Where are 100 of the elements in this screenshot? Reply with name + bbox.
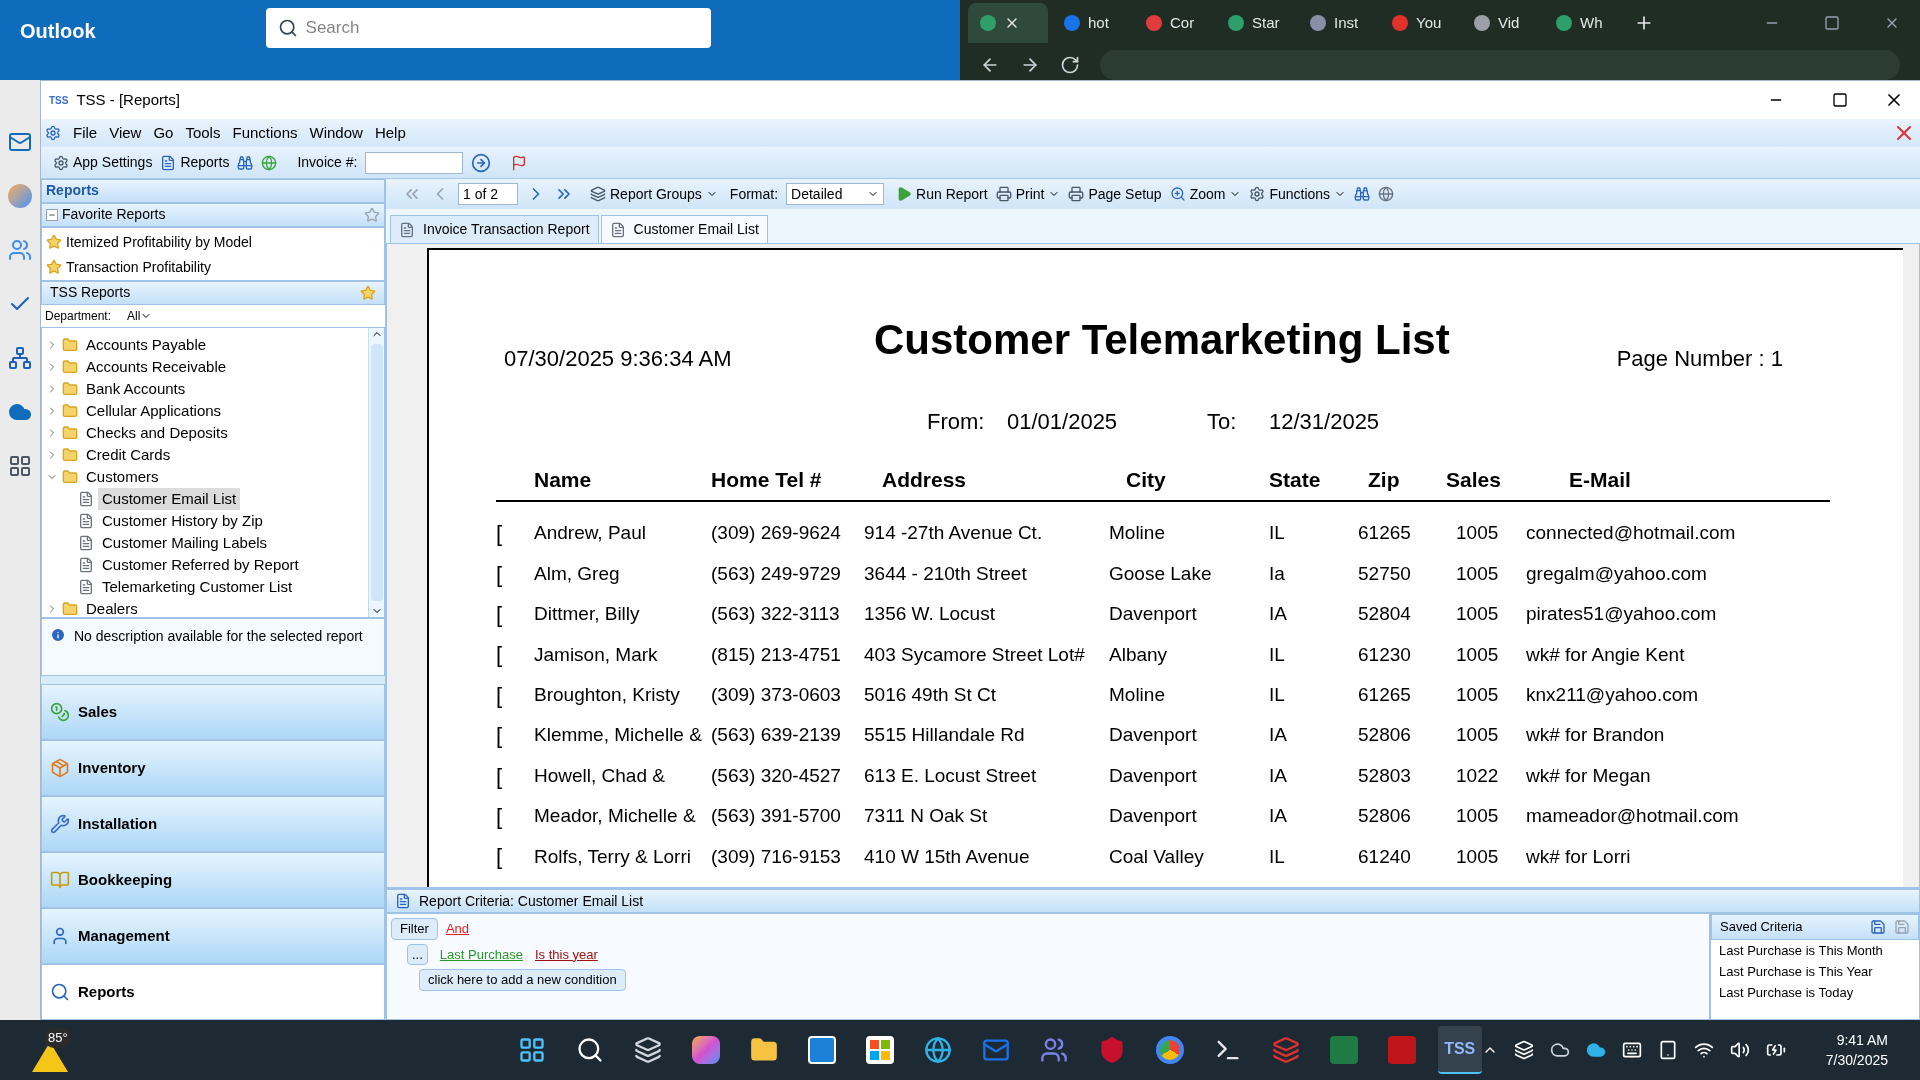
table-cell-text: 403 Sycamore Street Lot#: [864, 642, 1086, 667]
keyboard-icon[interactable]: [1621, 1040, 1642, 1060]
document-icon: [399, 221, 415, 238]
tree-item[interactable]: Accounts Receivable: [82, 355, 231, 379]
binoculars-icon[interactable]: [237, 154, 254, 171]
menu-item[interactable]: Help: [374, 121, 406, 145]
tree-item[interactable]: Customer Email List: [98, 487, 241, 511]
tree-item[interactable]: Checks and Deposits: [82, 421, 232, 445]
globe-icon[interactable]: [1378, 186, 1395, 202]
menu-item[interactable]: Functions: [232, 121, 298, 145]
volume-icon[interactable]: [1729, 1040, 1750, 1060]
condition-menu-button[interactable]: ...: [407, 943, 428, 965]
clock[interactable]: 9:41 AM 7/30/2025: [1825, 1030, 1888, 1070]
operator-link[interactable]: And: [445, 919, 470, 939]
org-icon[interactable]: [8, 346, 32, 370]
table-cell-text: (309) 373-0603: [711, 683, 842, 707]
favorite-item[interactable]: Transaction Profitability: [66, 256, 211, 278]
report-tab[interactable]: Invoice Transaction Report: [390, 215, 599, 243]
section-header[interactable]: Favorite Reports: [41, 202, 385, 227]
onedrive-icon[interactable]: [1585, 1040, 1606, 1060]
star-icon: [46, 259, 62, 276]
copilot-icon[interactable]: [8, 184, 32, 208]
page-setup-button[interactable]: Page Setup: [1068, 183, 1162, 205]
browser-tab[interactable]: Cor: [1134, 3, 1212, 43]
coins-icon: [50, 702, 70, 722]
taskbar-app[interactable]: TSS: [1437, 1026, 1482, 1074]
app-settings-button[interactable]: App Settings: [53, 152, 153, 173]
table-cell-text: (563) 391-5700: [711, 804, 842, 829]
wifi-icon[interactable]: [1693, 1040, 1714, 1060]
zoom-button[interactable]: Zoom: [1169, 183, 1242, 205]
people-icon[interactable]: [8, 238, 32, 262]
binoculars-icon[interactable]: [1354, 186, 1371, 202]
report-tab[interactable]: Customer Email List: [600, 215, 768, 243]
save-icon[interactable]: [1870, 919, 1886, 935]
go-icon[interactable]: [471, 152, 492, 173]
mail-icon[interactable]: [8, 130, 32, 154]
browser-tab[interactable]: You: [1380, 3, 1458, 43]
nav-button[interactable]: Inventory: [41, 740, 385, 796]
dropbox-icon[interactable]: [1513, 1040, 1534, 1060]
menu-item[interactable]: View: [109, 121, 142, 145]
collapse-icon[interactable]: [46, 208, 58, 221]
saved-criteria-item[interactable]: Last Purchase is Today: [1711, 982, 1919, 1003]
menu-item[interactable]: File: [73, 121, 98, 145]
nav-button[interactable]: Management: [41, 908, 385, 964]
nav-button[interactable]: Installation: [41, 796, 385, 852]
store-icon: [865, 1036, 894, 1064]
report-icon: [78, 556, 94, 573]
page-field[interactable]: 1 of 2: [458, 183, 518, 205]
filter-button[interactable]: Filter: [391, 918, 438, 940]
nav-button[interactable]: Bookkeeping: [41, 852, 385, 908]
department-dropdown[interactable]: All: [127, 306, 153, 325]
scrollbar[interactable]: [368, 327, 384, 618]
browser-tab[interactable]: Inst: [1298, 3, 1376, 43]
tree-item[interactable]: Customers: [82, 465, 163, 489]
run-report-button[interactable]: Run Report: [896, 183, 988, 205]
browser-tab[interactable]: Vid: [1462, 3, 1540, 43]
format-dropdown[interactable]: Detailed: [786, 183, 885, 205]
tree-item[interactable]: Cellular Applications: [82, 399, 226, 423]
search-field[interactable]: Search: [265, 8, 711, 48]
tree-item[interactable]: Dealers: [82, 597, 142, 618]
browser-tab[interactable]: hot: [1052, 3, 1130, 43]
functions-button[interactable]: Functions: [1249, 183, 1347, 205]
table-cell-text: Howell, Chad &: [534, 763, 666, 788]
nav-button[interactable]: Sales: [41, 684, 385, 740]
reload-icon[interactable]: [1060, 55, 1080, 75]
cloud-icon[interactable]: [1549, 1040, 1570, 1060]
globe-icon[interactable]: [261, 154, 278, 171]
menu-icon: [45, 125, 61, 141]
tree-item[interactable]: Customer Mailing Labels: [98, 531, 272, 555]
tree-item[interactable]: Credit Cards: [82, 443, 175, 467]
tree-item[interactable]: Bank Accounts: [82, 377, 190, 401]
browser-tab[interactable]: Star: [1216, 3, 1294, 43]
report-groups-button[interactable]: Report Groups: [590, 183, 718, 205]
field-link[interactable]: Last Purchase: [439, 944, 523, 964]
description-text: No description available for the selected report: [74, 627, 363, 647]
maximize-icon[interactable]: [1832, 92, 1848, 108]
nav-button[interactable]: Reports: [41, 964, 385, 1020]
saved-criteria-item[interactable]: Last Purchase is This Month: [1711, 940, 1919, 961]
menu-item[interactable]: Tools: [185, 121, 221, 145]
weather-widget[interactable]: 85°: [32, 1028, 72, 1072]
tree-item[interactable]: Telemarketing Customer List: [98, 575, 297, 599]
menu-item[interactable]: Window: [309, 121, 363, 145]
menu-item[interactable]: Go: [153, 121, 174, 145]
favorite-item[interactable]: Itemized Profitability by Model: [66, 231, 252, 253]
table-cell-text: Coal Valley: [1109, 844, 1205, 869]
reports-button[interactable]: Reports: [160, 152, 230, 173]
tree-item[interactable]: Accounts Payable: [82, 333, 211, 357]
flag-icon[interactable]: [511, 154, 528, 171]
condition-link[interactable]: Is this year: [534, 944, 598, 964]
invoice-field[interactable]: [365, 151, 464, 174]
column-header: State: [1269, 467, 1322, 493]
gear-icon: [53, 154, 69, 171]
tree-item[interactable]: Customer Referred by Report: [98, 553, 303, 577]
saved-criteria-item[interactable]: Last Purchase is This Year: [1711, 961, 1919, 982]
add-condition-button[interactable]: click here to add a new condition: [419, 969, 626, 991]
apps-icon[interactable]: [8, 454, 32, 478]
table-cell-text: wk# for Brandon: [1526, 723, 1666, 748]
browser-tab[interactable]: Wh: [1544, 3, 1622, 43]
print-button[interactable]: Print: [995, 183, 1061, 205]
tree-item[interactable]: Customer History by Zip: [98, 509, 267, 533]
